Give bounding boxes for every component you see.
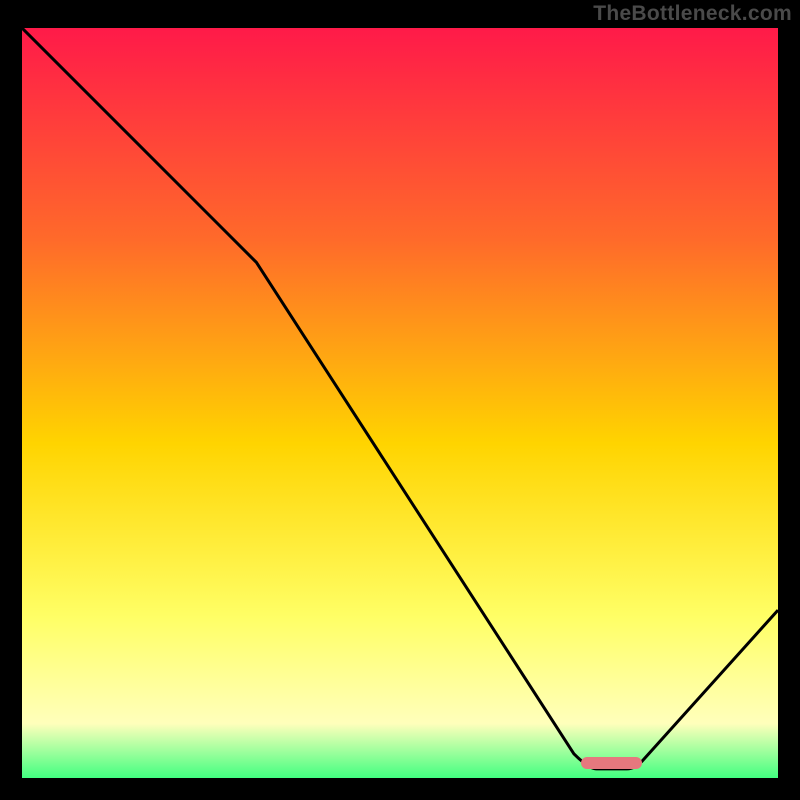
chart-container: TheBottleneck.com	[0, 0, 800, 800]
plot-area	[22, 28, 778, 778]
attribution-label: TheBottleneck.com	[593, 2, 792, 26]
optimal-marker	[581, 757, 641, 769]
plot-frame	[22, 28, 778, 778]
background-gradient	[22, 28, 778, 778]
